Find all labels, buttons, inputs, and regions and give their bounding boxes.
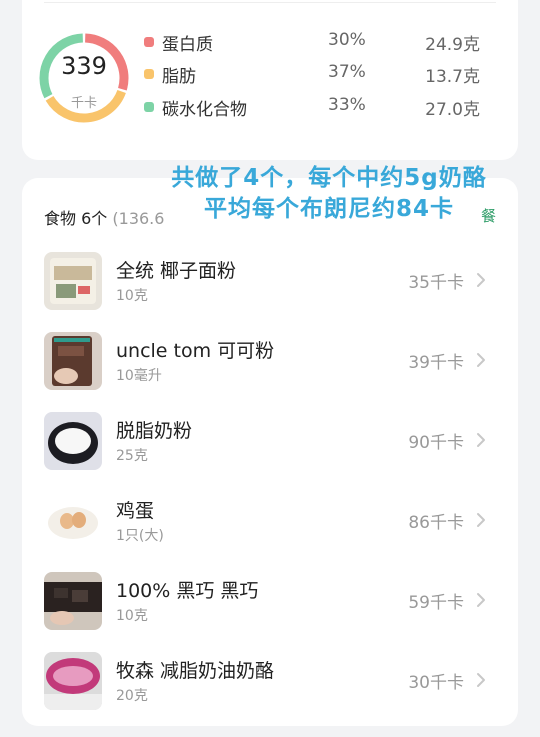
food-kcal: 86千卡 bbox=[408, 513, 464, 533]
food-kcal: 30千卡 bbox=[408, 673, 464, 693]
food-list-card: 食物 6个 (136.6 餐 全统 椰子面粉 10克 35千卡 uncle to… bbox=[22, 178, 518, 726]
food-kcal: 90千卡 bbox=[408, 433, 464, 453]
food-row[interactable]: 牧森 减脂奶油奶酪 20克 30千卡 bbox=[22, 640, 518, 720]
total-kcal-unit: 千卡 bbox=[70, 96, 97, 111]
food-row[interactable]: 100% 黑巧 黑巧 10克 59千卡 bbox=[22, 560, 518, 640]
milk-powder-bowl-photo bbox=[44, 412, 102, 470]
divider bbox=[44, 2, 496, 3]
food-row[interactable]: 鸡蛋 1只(大) 86千卡 bbox=[22, 480, 518, 560]
macro-name: 碳水化合物 bbox=[162, 100, 247, 120]
cocoa-powder-bag-photo bbox=[44, 332, 102, 390]
macro-percent: 37% bbox=[328, 62, 366, 82]
macro-name: 脂肪 bbox=[162, 67, 196, 87]
macro-name: 蛋白质 bbox=[162, 35, 213, 55]
chevron-right-icon bbox=[477, 513, 485, 527]
chevron-right-icon bbox=[477, 353, 485, 367]
dark-chocolate-photo bbox=[44, 572, 102, 630]
handwritten-annotation: 共做了4个，每个中约5g奶酪 平均每个布朗尼约84卡 bbox=[146, 163, 512, 225]
macro-row-fat: 脂肪 37% 13.7克 bbox=[140, 62, 480, 87]
food-list-title: 食物 bbox=[44, 209, 77, 228]
macro-percent: 30% bbox=[328, 30, 366, 50]
food-name: uncle tom 可可粉 bbox=[116, 340, 275, 362]
chevron-right-icon bbox=[477, 673, 485, 687]
total-kcal: 339 bbox=[61, 52, 107, 80]
food-name: 牧森 减脂奶油奶酪 bbox=[116, 660, 275, 682]
protein-color-dot bbox=[144, 37, 154, 47]
fat-color-dot bbox=[144, 69, 154, 79]
food-name: 脱脂奶粉 bbox=[116, 420, 193, 442]
annotation-line-2: 平均每个布朗尼约84卡 bbox=[203, 196, 454, 222]
macro-amount: 13.7克 bbox=[425, 67, 480, 87]
food-quantity: 1只(大) bbox=[116, 528, 164, 544]
macro-row-protein: 蛋白质 30% 24.9克 bbox=[140, 30, 480, 55]
food-name: 鸡蛋 bbox=[116, 500, 155, 522]
ring-center: 339 千卡 bbox=[36, 30, 132, 126]
food-quantity: 20克 bbox=[116, 688, 148, 704]
food-quantity: 10克 bbox=[116, 608, 148, 624]
eggs-plate-photo bbox=[44, 492, 102, 550]
chevron-right-icon bbox=[477, 433, 485, 447]
food-name: 100% 黑巧 黑巧 bbox=[116, 580, 259, 602]
food-row[interactable]: uncle tom 可可粉 10毫升 39千卡 bbox=[22, 320, 518, 400]
food-quantity: 10毫升 bbox=[116, 368, 162, 384]
cream-cheese-tub-photo bbox=[44, 652, 102, 710]
carbs-color-dot bbox=[144, 102, 154, 112]
chevron-right-icon bbox=[477, 593, 485, 607]
macro-amount: 27.0克 bbox=[425, 100, 480, 120]
food-row[interactable]: 脱脂奶粉 25克 90千卡 bbox=[22, 400, 518, 480]
food-name: 全统 椰子面粉 bbox=[116, 260, 237, 282]
macro-percent: 33% bbox=[328, 95, 366, 115]
chevron-right-icon bbox=[477, 273, 485, 287]
food-count: 6个 bbox=[81, 209, 108, 228]
food-kcal: 39千卡 bbox=[408, 353, 464, 373]
food-quantity: 25克 bbox=[116, 448, 148, 464]
flour-bag-photo bbox=[44, 252, 102, 310]
macro-amount: 24.9克 bbox=[425, 35, 480, 55]
food-kcal: 35千卡 bbox=[408, 273, 464, 293]
food-quantity: 10克 bbox=[116, 288, 148, 304]
food-row[interactable]: 全统 椰子面粉 10克 35千卡 bbox=[22, 240, 518, 320]
macro-row-carbs: 碳水化合物 33% 27.0克 bbox=[140, 95, 480, 120]
food-kcal: 59千卡 bbox=[408, 593, 464, 613]
annotation-line-1: 共做了4个，每个中约5g奶酪 bbox=[171, 165, 487, 191]
